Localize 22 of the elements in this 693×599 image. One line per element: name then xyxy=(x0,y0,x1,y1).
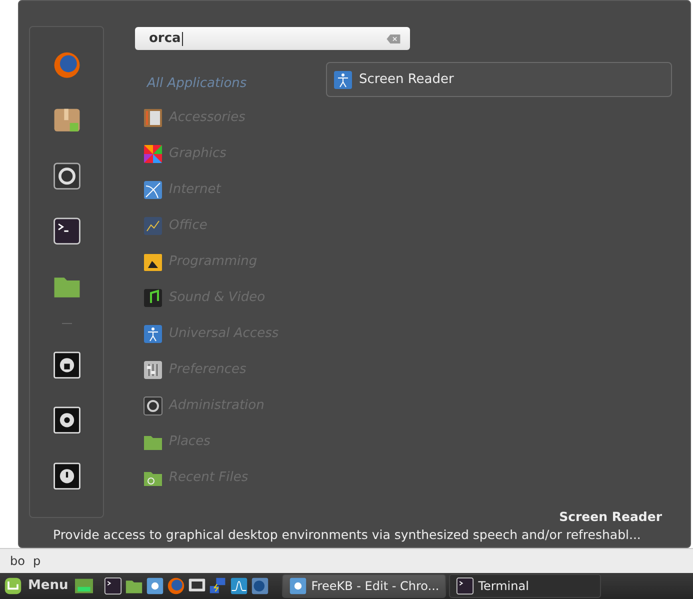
launcher-terminal-icon[interactable] xyxy=(104,577,122,595)
accessibility-icon xyxy=(143,324,163,344)
terminal-icon xyxy=(456,577,474,595)
window-button[interactable]: FreeKB - Edit - Chro... xyxy=(282,574,446,598)
desktop-icon[interactable] xyxy=(75,577,94,595)
accessibility-icon xyxy=(333,70,353,90)
sliders-icon xyxy=(143,360,163,380)
search-field[interactable]: orca xyxy=(135,27,410,50)
app-title: Screen Reader xyxy=(558,508,662,526)
palette-icon xyxy=(143,144,163,164)
chart-icon xyxy=(143,216,163,236)
category-item[interactable]: All Applications xyxy=(147,74,247,94)
result-item[interactable]: Screen Reader xyxy=(326,62,672,97)
terminal-icon[interactable] xyxy=(52,216,82,245)
breadcrumb-item[interactable]: p xyxy=(32,552,41,570)
menu-button[interactable]: Menu xyxy=(4,576,72,596)
package-icon[interactable] xyxy=(52,106,82,134)
power-icon[interactable] xyxy=(52,462,82,490)
app-description: Provide access to graphical desktop environments via synthesized speech and/or refreshabl... xyxy=(53,526,642,544)
breadcrumb-item[interactable]: bo xyxy=(10,552,25,570)
window-button[interactable]: Terminal xyxy=(449,574,602,598)
launcher-waveform-icon[interactable] xyxy=(230,577,248,595)
